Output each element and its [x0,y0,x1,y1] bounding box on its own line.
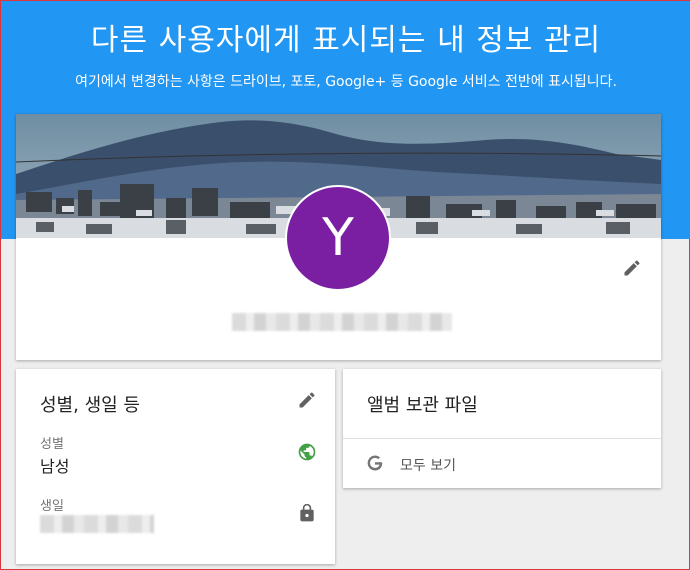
gender-value: 남성 [40,457,70,476]
profile-card: Y [16,114,661,360]
birthday-value-redacted [40,515,154,533]
edit-basic-info-pencil-icon[interactable] [297,390,317,410]
avatar-initial: Y [322,208,354,268]
gender-label: 성별 [40,437,64,452]
album-archive-card: 앨범 보관 파일 모두 보기 [343,369,661,488]
lock-icon [297,503,317,523]
google-g-icon [365,453,385,473]
globe-icon [297,442,317,462]
avatar[interactable]: Y [285,185,391,291]
edit-profile-pencil-icon[interactable] [622,258,642,278]
view-all-link[interactable]: 모두 보기 [400,455,456,475]
profile-name-redacted [232,313,452,331]
divider [343,438,661,439]
basic-info-card: 성별, 생일 등 성별 남성 생일 [16,369,335,564]
album-archive-title: 앨범 보관 파일 [367,395,478,416]
basic-info-title: 성별, 생일 등 [40,395,140,416]
page-title: 다른 사용자에게 표시되는 내 정보 관리 [90,23,602,58]
birthday-label: 생일 [40,499,64,514]
page-subtitle: 여기에서 변경하는 사항은 드라이브, 포토, Google+ 등 Google… [75,74,617,90]
